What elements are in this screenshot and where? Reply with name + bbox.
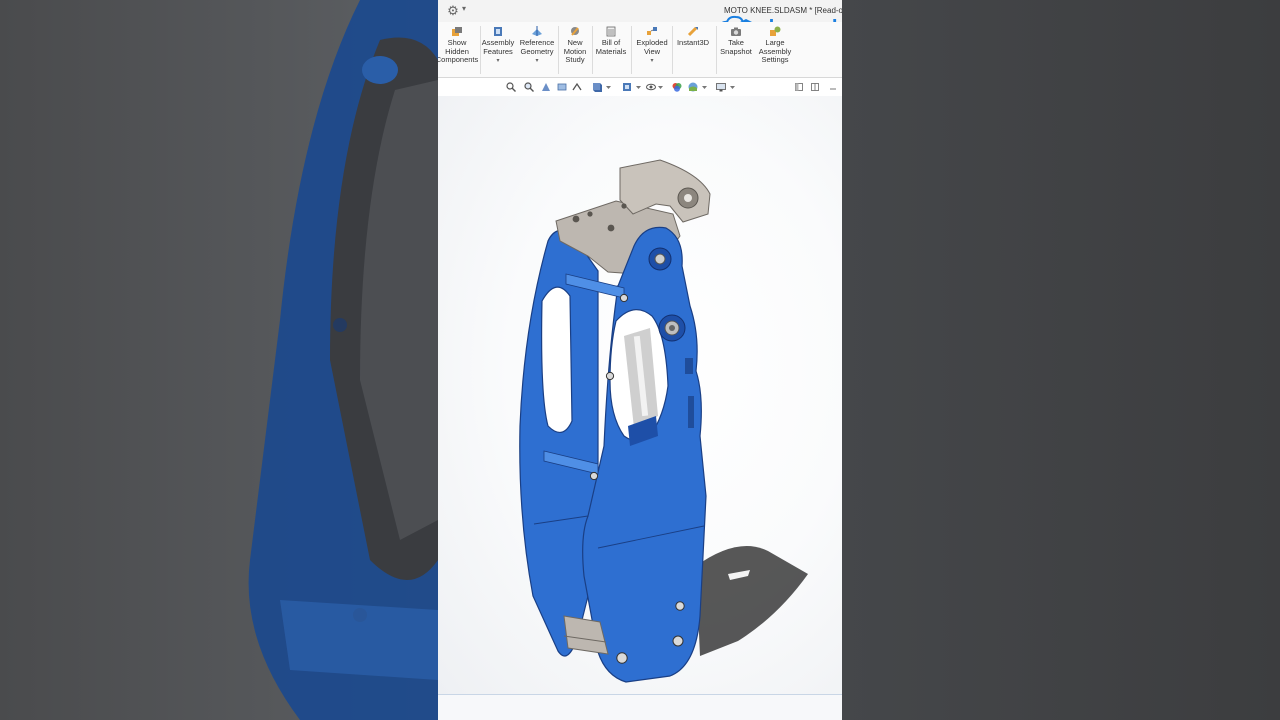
large-assembly-icon [770, 26, 781, 36]
view-settings-icon[interactable] [716, 82, 726, 92]
chevron-down-icon[interactable] [658, 82, 663, 92]
chevron-down-icon[interactable]: ▾ [462, 4, 466, 13]
ribbon-label: Bill of Materials [595, 38, 627, 56]
view-orientation-icon[interactable] [592, 82, 602, 92]
motion-study-icon [571, 27, 579, 36]
chevron-down-icon[interactable]: ▾ [632, 57, 672, 66]
ribbon-label: Reference Geometry [519, 38, 555, 56]
apply-scene-icon[interactable] [688, 82, 698, 92]
bom-icon [606, 26, 616, 37]
model-shadow [696, 546, 808, 656]
assembly-features-icon [494, 27, 502, 36]
large-assembly-settings-button[interactable]: Large Assembly Settings [755, 26, 795, 65]
assembly-features-button[interactable]: Assembly Features ▾ [480, 26, 516, 66]
chevron-down-icon[interactable]: ▾ [518, 57, 556, 66]
dynamic-annotation-icon[interactable] [572, 82, 582, 92]
ribbon-separator [558, 26, 559, 74]
graphics-viewport[interactable] [438, 96, 842, 696]
snapshot-icon [731, 27, 741, 36]
chevron-down-icon[interactable] [606, 82, 611, 92]
chevron-down-icon[interactable] [702, 82, 707, 92]
solidworks-window: ⚙ ▾ MOTO KNEE.SLDASM * [Read-only] ohmyc… [438, 0, 842, 720]
split-window-icon[interactable] [810, 82, 820, 92]
ribbon-label: New Motion Study [563, 38, 587, 64]
gear-icon[interactable]: ⚙ [446, 4, 460, 18]
take-snapshot-button[interactable]: Take Snapshot [718, 26, 754, 56]
minimize-pane-icon[interactable] [828, 82, 838, 92]
ribbon-label: Instant3D [676, 38, 710, 47]
ribbon-separator [672, 26, 673, 74]
heads-up-view-toolbar [438, 78, 842, 96]
exploded-view-icon [647, 27, 657, 35]
chevron-down-icon[interactable] [636, 82, 641, 92]
reference-geometry-button[interactable]: Reference Geometry ▾ [518, 26, 556, 66]
ribbon-label: Exploded View [636, 38, 668, 56]
zoom-to-area-icon[interactable] [524, 82, 534, 92]
zoom-to-fit-icon[interactable] [506, 82, 516, 92]
ribbon-label: Take Snapshot [720, 38, 752, 56]
new-motion-study-button[interactable]: New Motion Study [560, 26, 590, 65]
show-hidden-components-button[interactable]: Show Hidden Components [438, 26, 480, 65]
blurred-background-right [842, 0, 1280, 720]
bill-of-materials-button[interactable]: Bill of Materials [594, 26, 628, 56]
bottom-scrollbar-area[interactable] [438, 694, 842, 720]
edit-appearance-icon[interactable] [672, 82, 682, 92]
chevron-down-icon[interactable]: ▾ [480, 57, 516, 66]
previous-view-icon[interactable] [541, 82, 551, 92]
ribbon-label: Show Hidden Components [438, 38, 479, 64]
knee-assembly-model [519, 159, 808, 683]
ribbon-label: Assembly Features [481, 38, 515, 56]
section-view-icon[interactable] [557, 82, 567, 92]
ribbon-separator [716, 26, 717, 74]
display-style-icon[interactable] [622, 82, 632, 92]
chevron-down-icon[interactable] [730, 82, 735, 92]
restore-window-icon[interactable] [794, 82, 804, 92]
reference-geometry-icon [532, 26, 542, 36]
show-hidden-icon [452, 27, 462, 36]
ribbon-label: Large Assembly Settings [758, 38, 792, 64]
ribbon-separator [592, 26, 593, 74]
right-side-rail [582, 226, 707, 683]
blurred-background-left [0, 0, 438, 720]
command-manager-ribbon: Show Hidden Components Assembly Features ▾ … [438, 22, 842, 78]
instant3d-button[interactable]: Instant3D [674, 26, 712, 48]
exploded-view-button[interactable]: Exploded View ▾ [632, 26, 672, 66]
instant3d-icon [687, 26, 698, 37]
hide-show-items-icon[interactable] [646, 82, 656, 92]
